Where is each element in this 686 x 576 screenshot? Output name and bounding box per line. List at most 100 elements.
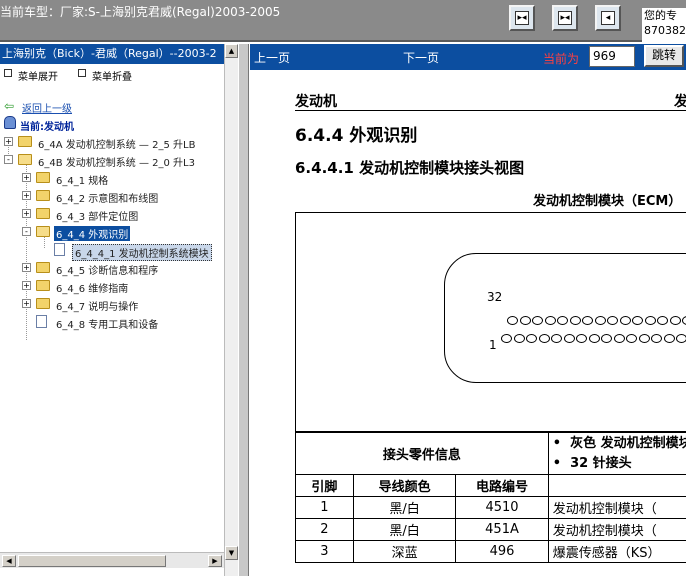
pin-label-1: 1 — [489, 338, 497, 352]
table-cell: 发动机控制模块（ — [547, 518, 686, 541]
page-navbar: 上一页 下一页 当前为 969 跳转 — [250, 44, 686, 70]
tree-node-label: 6_4_3 部件定位图 — [56, 212, 139, 223]
table-cell: 3 — [295, 540, 354, 563]
table-cell: 黑/白 — [352, 518, 457, 541]
horizontal-scrollbar[interactable]: ◀ ▶ — [0, 552, 224, 568]
scroll-left-icon[interactable]: ◀ — [2, 555, 16, 567]
table-row: 3 深蓝 496 爆震传感器（KS） — [295, 540, 686, 563]
table-header-row: 引脚 导线颜色 电路编号 — [295, 474, 686, 497]
back-link-label: 返回上一级 — [22, 104, 72, 115]
current-label: 当前:发动机 — [20, 122, 74, 133]
table-cell: 黑/白 — [352, 496, 457, 519]
connector-info-item: • 32 针接头 — [552, 455, 632, 471]
column-header — [547, 474, 686, 497]
document-icon — [36, 315, 47, 328]
connector-pin — [601, 334, 612, 343]
split-view-icon: ▸◂ — [558, 11, 572, 25]
connector-pin — [569, 316, 581, 325]
connector-pin — [544, 316, 556, 325]
pin-label-32: 32 — [487, 290, 503, 304]
tree-node-label-selected: 6_4_4 外观识别 — [54, 226, 131, 241]
tree-node-label: 6_4_2 示意图和布线图 — [56, 194, 159, 205]
user-icon — [4, 116, 16, 129]
folder-icon — [36, 262, 50, 273]
document-view: 发动机 发 6.4.4 外观识别 6.4.4.1 发动机控制模块接头视图 发动机… — [250, 70, 686, 576]
connector-info-text: 灰色 发动机控制模块 J1 — [570, 435, 686, 451]
connector-pin — [507, 316, 518, 325]
page-number-input[interactable]: 969 — [589, 46, 635, 67]
connector-pin — [676, 334, 686, 343]
expander-icon[interactable]: - — [4, 155, 13, 164]
expander-icon[interactable]: + — [22, 191, 31, 200]
folder-icon — [36, 280, 50, 291]
column-header: 电路编号 — [455, 474, 549, 497]
table-row: 2 黑/白 451A 发动机控制模块（ — [295, 518, 686, 541]
expander-icon[interactable]: - — [22, 227, 31, 236]
subsection-heading: 6.4.4.1 发动机控制模块接头视图 — [295, 159, 525, 177]
expand-menu-icon — [4, 69, 12, 77]
connector-info-label: 接头零件信息 — [295, 432, 549, 475]
navigation-panel: 上海别克（Bick）-君威（Regal）--2003-2 菜单展开 菜单折叠 ⇦… — [0, 44, 238, 576]
table-row: 接头零件信息 • 灰色 发动机控制模块 J1 • 32 针接头 — [295, 432, 686, 475]
side-note-line2: 870382 — [644, 24, 686, 37]
table-row: 1 黑/白 4510 发动机控制模块（ — [295, 496, 686, 519]
scroll-up-icon[interactable]: ▲ — [225, 44, 238, 58]
expander-icon[interactable]: + — [22, 281, 31, 290]
connector-pin — [682, 316, 686, 325]
back-arrow-icon: ⇦ — [4, 99, 15, 113]
connector-pin — [588, 334, 600, 343]
connector-pin — [638, 334, 650, 343]
collapse-menu-icon — [78, 69, 86, 77]
connector-pin — [594, 316, 606, 325]
table-cell: 深蓝 — [352, 540, 457, 563]
table-cell: 4510 — [455, 496, 549, 519]
goto-button[interactable]: 跳转 — [644, 45, 684, 67]
scroll-thumb[interactable] — [18, 555, 166, 567]
expand-menu-link[interactable]: 菜单展开 — [18, 68, 58, 83]
connector-pin — [582, 316, 593, 325]
expander-icon[interactable]: + — [4, 137, 13, 146]
expand-all-button[interactable]: ▸◂ — [509, 5, 535, 31]
connector-pin — [538, 334, 550, 343]
collapse-menu-link[interactable]: 菜单折叠 — [92, 68, 132, 83]
table-cell: 451A — [455, 518, 549, 541]
expander-icon[interactable]: + — [22, 173, 31, 182]
expander-icon[interactable]: + — [22, 263, 31, 272]
section-header-right: 发 — [674, 94, 686, 110]
tree-node-label: 6_4_6 维修指南 — [56, 284, 129, 295]
next-page-link[interactable]: 下一页 — [403, 49, 439, 66]
top-toolbar: 当前车型：厂家:S-上海别克君威(Regal)2003-2005 ▸◂ ▸◂ ◂… — [0, 0, 686, 42]
connector-pin — [613, 334, 625, 343]
column-header: 导线颜色 — [352, 474, 457, 497]
vertical-scrollbar[interactable]: ▲ ▼ — [224, 44, 238, 576]
connector-pin — [669, 316, 681, 325]
connector-pin — [557, 316, 568, 325]
tree-node-label: 6_4B 发动机控制系统 — 2_0 升L3 — [38, 158, 195, 169]
panel-splitter[interactable] — [239, 44, 249, 576]
tree-node-label-focused: 6_4_4_1 发动机控制系统模块 — [72, 244, 212, 261]
connector-pin — [519, 316, 531, 325]
column-header: 引脚 — [295, 474, 354, 497]
connector-pin — [501, 334, 512, 343]
connector-pin — [526, 334, 537, 343]
connector-pin — [551, 334, 562, 343]
panel-title: 上海别克（Bick）-君威（Regal）--2003-2 — [0, 44, 224, 64]
connector-info-text: 32 针接头 — [570, 455, 632, 471]
scroll-down-icon[interactable]: ▼ — [225, 546, 238, 560]
expand-all-icon: ▸◂ — [515, 11, 529, 25]
tree-node-label: 6_4_7 说明与操作 — [56, 302, 139, 313]
connector-info-item: • 灰色 发动机控制模块 J1 — [553, 434, 686, 454]
connector-pin — [663, 334, 675, 343]
folder-icon — [36, 172, 50, 183]
prev-page-link[interactable]: 上一页 — [254, 49, 290, 66]
split-view-button[interactable]: ▸◂ — [552, 5, 578, 31]
expander-icon[interactable]: + — [22, 209, 31, 218]
collapse-button[interactable]: ◂ — [595, 5, 621, 31]
scroll-right-icon[interactable]: ▶ — [208, 555, 222, 567]
app-window: 当前车型：厂家:S-上海别克君威(Regal)2003-2005 ▸◂ ▸◂ ◂… — [0, 0, 686, 576]
section-header-left: 发动机 — [295, 94, 337, 110]
tree-view: ⇦ 返回上一级 当前:发动机 + 6_4A 发动机控制系统 — 2_5 升LB … — [0, 96, 224, 552]
expander-icon[interactable]: + — [22, 299, 31, 308]
tree-line — [44, 236, 45, 248]
connector-pin — [607, 316, 618, 325]
